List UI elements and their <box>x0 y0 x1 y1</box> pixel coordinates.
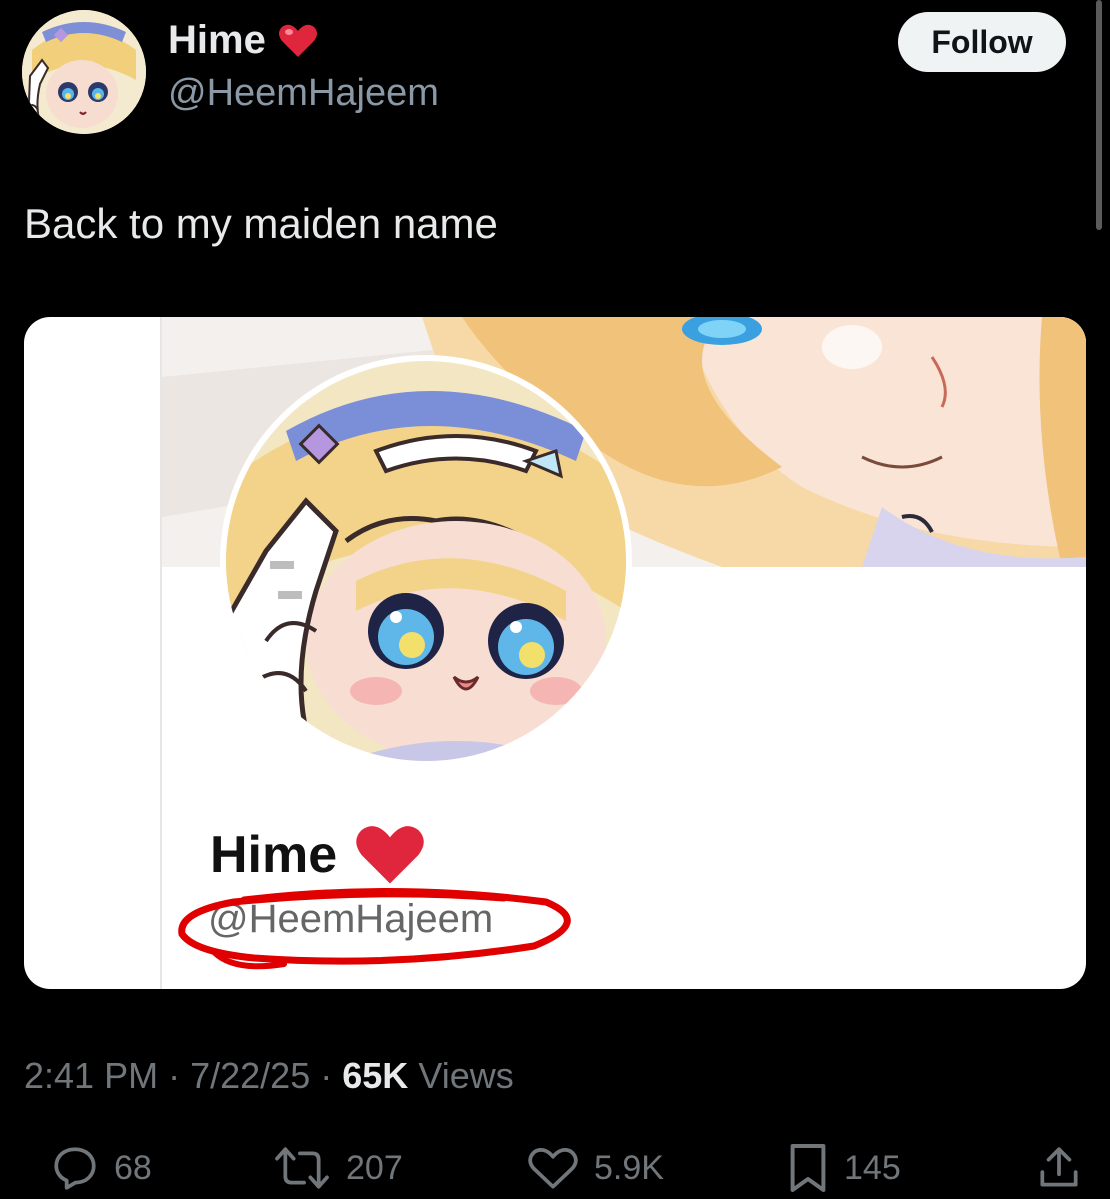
author-avatar[interactable] <box>22 10 146 134</box>
follow-button[interactable]: Follow <box>898 12 1066 72</box>
red-circle-annotation <box>178 888 571 970</box>
share-icon <box>1040 1147 1078 1187</box>
retweet-count: 207 <box>346 1148 403 1187</box>
retweet-button[interactable]: 207 <box>272 1140 403 1196</box>
like-icon <box>528 1147 578 1189</box>
author-handle[interactable]: @HeemHajeem <box>168 72 439 115</box>
profile-avatar-image <box>226 361 626 761</box>
author-name-text: Hime <box>168 18 266 62</box>
profile-avatar-large <box>220 355 632 767</box>
reply-button[interactable]: 68 <box>50 1140 152 1196</box>
heart-emoji-icon <box>278 24 317 57</box>
views-count: 65K <box>342 1055 409 1096</box>
tweet-detail-view: Hime @HeemHajeem Follow Back to my maide… <box>0 0 1110 1199</box>
retweet-icon <box>275 1147 329 1189</box>
meta-separator-2: · <box>320 1055 333 1096</box>
reply-icon <box>54 1147 96 1190</box>
scrollbar[interactable] <box>1096 0 1102 230</box>
like-button[interactable]: 5.9K <box>526 1140 664 1196</box>
share-button[interactable] <box>1034 1140 1084 1196</box>
author-display-name[interactable]: Hime <box>168 18 318 63</box>
meta-separator: · <box>168 1055 181 1096</box>
author-avatar-image <box>22 10 146 134</box>
reply-count: 68 <box>114 1148 152 1187</box>
tweet-time[interactable]: 2:41 PM <box>24 1055 158 1096</box>
heart-icon <box>356 826 424 884</box>
tweet-meta: 2:41 PM · 7/22/25 · 65K Views <box>24 1055 514 1097</box>
card-display-name: Hime <box>210 823 427 887</box>
tweet-text: Back to my maiden name <box>24 200 498 247</box>
card-name-text: Hime <box>210 826 338 884</box>
bookmark-count: 145 <box>844 1148 901 1187</box>
tweet-date[interactable]: 7/22/25 <box>190 1055 310 1096</box>
like-count: 5.9K <box>594 1148 664 1187</box>
views-label: Views <box>418 1055 514 1096</box>
tweet-media-image[interactable]: Hime @HeemHajeem <box>24 317 1086 989</box>
bookmark-button[interactable]: 145 <box>786 1140 901 1196</box>
bookmark-icon <box>790 1144 826 1192</box>
action-bar: 68 207 5.9K 145 <box>0 1140 1110 1196</box>
